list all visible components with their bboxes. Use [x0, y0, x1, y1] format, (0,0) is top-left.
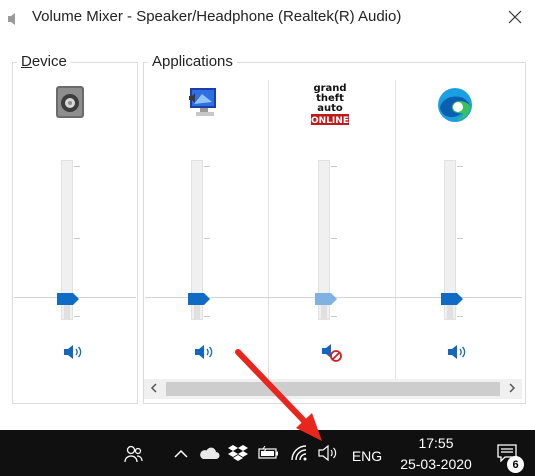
gta-online-icon[interactable]: grand theft auto ONLINE [309, 80, 351, 126]
gta-online-volume-thumb[interactable] [315, 292, 337, 305]
speaker-icon [193, 345, 215, 365]
speaker-icon [6, 11, 22, 32]
device-mute-button[interactable] [62, 343, 86, 363]
window-title: Volume Mixer - Speaker/Headphone (Realte… [32, 8, 402, 25]
slider-tick [74, 166, 80, 167]
close-button[interactable] [495, 0, 535, 38]
gta-online-mute-button[interactable] [320, 343, 344, 363]
onedrive-button[interactable] [197, 445, 221, 465]
slider-tick [204, 316, 210, 317]
speaker-icon [446, 345, 468, 365]
scroll-right-button[interactable] [502, 379, 522, 399]
battery-button[interactable] [257, 445, 281, 465]
column-separator [268, 80, 269, 380]
show-hidden-icons-button[interactable] [172, 445, 190, 465]
chevron-right-icon [508, 380, 516, 398]
device-volume-thumb[interactable] [57, 292, 79, 305]
speaker-icon [62, 345, 84, 365]
slider-tick [331, 316, 337, 317]
applications-group-label: Applications [148, 53, 237, 70]
clock-time[interactable]: 17:55 [398, 435, 474, 451]
system-sounds-volume-thumb[interactable] [188, 292, 210, 305]
system-sounds-icon[interactable] [186, 84, 222, 120]
people-button[interactable] [121, 443, 147, 469]
input-language-button[interactable]: ENG [348, 445, 386, 467]
wifi-icon [290, 444, 310, 467]
slider-tick [331, 166, 337, 167]
edge-mute-button[interactable] [446, 343, 470, 363]
chevron-up-icon [174, 446, 188, 464]
edge-volume-thumb[interactable] [441, 292, 463, 305]
dropbox-icon [228, 444, 248, 467]
column-separator [395, 80, 396, 380]
speaker-device-icon[interactable] [52, 84, 88, 120]
edge-browser-icon[interactable] [436, 86, 474, 124]
slider-tick [331, 238, 337, 239]
people-icon [123, 444, 145, 469]
volume-icon [317, 444, 339, 467]
slider-tick [204, 238, 210, 239]
slider-tick [457, 238, 463, 239]
close-icon [508, 10, 522, 29]
volume-button[interactable] [315, 443, 341, 467]
slider-tick [457, 316, 463, 317]
title-bar: Volume Mixer - Speaker/Headphone (Realte… [0, 0, 535, 38]
slider-tick [204, 166, 210, 167]
svg-text:ONLINE: ONLINE [311, 116, 349, 126]
device-group-label: Device [17, 53, 71, 70]
notification-count-badge: 6 [507, 456, 524, 473]
slider-tick [74, 316, 80, 317]
battery-charging-icon [258, 445, 280, 465]
speaker-muted-icon [320, 344, 344, 367]
svg-text:auto: auto [317, 103, 343, 114]
wifi-button[interactable] [288, 444, 312, 466]
chevron-left-icon [150, 380, 158, 398]
slider-tick [74, 238, 80, 239]
scroll-left-button[interactable] [144, 379, 164, 399]
dropbox-button[interactable] [227, 444, 249, 467]
cloud-icon [198, 446, 220, 465]
horizontal-scrollbar[interactable] [144, 379, 522, 399]
system-sounds-mute-button[interactable] [193, 343, 217, 363]
scrollbar-thumb[interactable] [166, 382, 500, 396]
slider-tick [457, 166, 463, 167]
clock-date[interactable]: 25-03-2020 [393, 456, 479, 472]
